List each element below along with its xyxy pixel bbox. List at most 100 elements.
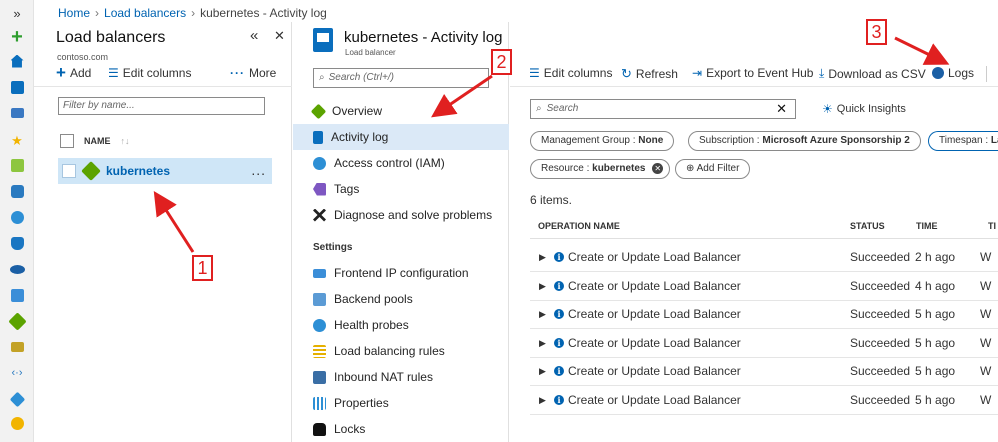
- table-row[interactable]: ▶ i Create or Update Load Balancer Succeede…: [530, 301, 998, 329]
- export-button[interactable]: ⇥ Export to Event Hub: [692, 66, 813, 80]
- resource-groups-icon[interactable]: [8, 182, 26, 200]
- properties-icon: [313, 396, 326, 410]
- menu-item-inbound-nat[interactable]: Inbound NAT rules: [293, 364, 509, 390]
- item-name-link[interactable]: kubernetes: [106, 164, 170, 178]
- add-button[interactable]: + Add: [56, 64, 91, 81]
- download-csv-button[interactable]: ⤓ Download as CSV: [819, 66, 926, 81]
- table-row[interactable]: ▶ i Create or Update Load Balancer Succeede…: [530, 358, 998, 386]
- table-row[interactable]: ▶ i Create or Update Load Balancer Succeede…: [530, 330, 998, 358]
- menu-item-health-probes[interactable]: Health probes: [293, 312, 509, 338]
- column-header-time[interactable]: TIME: [916, 221, 938, 231]
- column-header-timestamp[interactable]: TI: [988, 221, 996, 231]
- menu-item-tags[interactable]: Tags: [293, 176, 509, 202]
- refresh-icon: ↻: [621, 66, 632, 81]
- expand-row-icon[interactable]: ▶: [539, 395, 546, 406]
- menu-item-label: Frontend IP configuration: [334, 266, 469, 280]
- annotation-2: 2: [491, 49, 512, 75]
- timestamp-cell: W: [980, 392, 992, 407]
- breadcrumb: Home › Load balancers › kubernetes - Activit…: [58, 6, 327, 20]
- expand-row-icon[interactable]: ▶: [539, 281, 546, 292]
- menu-item-properties[interactable]: Properties: [293, 390, 509, 416]
- menu-item-overview[interactable]: Overview: [293, 98, 509, 124]
- timestamp-cell: W: [980, 250, 992, 264]
- expand-icon[interactable]: »: [8, 4, 26, 22]
- edit-columns-button[interactable]: ☰ Edit columns: [108, 66, 191, 80]
- filter-value: La: [990, 135, 998, 146]
- expand-row-icon[interactable]: ▶: [539, 338, 546, 349]
- menu-item-backend-pools[interactable]: Backend pools: [293, 286, 509, 312]
- collapse-icon[interactable]: «: [250, 27, 258, 44]
- remove-filter-icon[interactable]: ✕: [652, 163, 664, 174]
- expand-row-icon[interactable]: ▶: [539, 252, 546, 263]
- menu-item-lb-rules[interactable]: Load balancing rules: [293, 338, 509, 364]
- more-button[interactable]: ··· More: [230, 66, 276, 80]
- breadcrumb-load-balancers[interactable]: Load balancers: [104, 6, 186, 20]
- virtual-networks-icon[interactable]: ‹·›: [8, 364, 26, 382]
- expand-row-icon[interactable]: ▶: [539, 309, 546, 320]
- menu-search-input[interactable]: ⌕ Search (Ctrl+/): [313, 68, 489, 88]
- table-row[interactable]: ▶ i Create or Update Load Balancer Succeede…: [530, 387, 998, 415]
- menu-item-frontend-ip[interactable]: Frontend IP configuration: [293, 260, 509, 286]
- table-row[interactable]: ▶ i Create or Update Load Balancer Succeede…: [530, 273, 998, 301]
- filter-value: kubernetes: [592, 163, 646, 174]
- all-services-icon[interactable]: [8, 104, 26, 122]
- filter-management-group[interactable]: Management Group : None: [530, 131, 675, 151]
- column-header-status[interactable]: STATUS: [850, 221, 885, 231]
- filter-input[interactable]: Filter by name...: [58, 97, 265, 115]
- lock-icon: [313, 422, 326, 436]
- status-cell: Succeeded: [850, 278, 911, 293]
- sort-icon[interactable]: ↑↓: [121, 136, 130, 146]
- load-balancers-icon[interactable]: [7, 311, 27, 331]
- time-cell: 5 h ago: [915, 335, 956, 350]
- filter-label: Management Group :: [541, 135, 639, 146]
- select-all-checkbox[interactable]: [60, 134, 74, 148]
- item-count: 6 items.: [530, 193, 573, 207]
- menu-item-locks[interactable]: Locks: [293, 416, 509, 442]
- info-icon: i: [554, 337, 564, 348]
- quick-insights-button[interactable]: ☀ Quick Insights: [822, 102, 906, 116]
- activity-search-placeholder: Search: [546, 103, 579, 114]
- storage-accounts-icon[interactable]: [8, 338, 26, 356]
- monitor-icon[interactable]: [8, 414, 26, 432]
- menu-item-access-control[interactable]: Access control (IAM): [293, 150, 509, 176]
- home-icon[interactable]: [8, 52, 26, 70]
- menu-item-diagnose[interactable]: Diagnose and solve problems: [293, 202, 509, 228]
- column-header-operation[interactable]: OPERATION NAME: [538, 221, 620, 231]
- nav-rail: » + ★ ‹·›: [0, 0, 34, 442]
- wrench-icon: [313, 208, 326, 222]
- add-filter-button[interactable]: ⊕ Add Filter: [675, 159, 751, 179]
- status-cell: Succeeded: [850, 392, 911, 407]
- expand-row-icon[interactable]: ▶: [539, 366, 546, 377]
- list-toolbar: + Add ☰ Edit columns ··· More: [34, 62, 292, 86]
- active-directory-icon[interactable]: [8, 390, 26, 408]
- row-checkbox[interactable]: [62, 164, 76, 178]
- table-row[interactable]: ▶ i Create or Update Load Balancer Succeede…: [530, 244, 998, 272]
- health-probe-icon: [313, 318, 326, 332]
- edit-columns-button[interactable]: ☰ Edit columns: [529, 66, 612, 80]
- filter-timespan[interactable]: Timespan : La: [928, 131, 998, 151]
- menu-item-activity-log[interactable]: Activity log: [293, 124, 509, 150]
- menu-item-label: Properties: [334, 396, 389, 410]
- menu-item-label: Access control (IAM): [334, 156, 445, 170]
- clear-search-icon[interactable]: ✕: [776, 101, 787, 117]
- create-resource-icon[interactable]: +: [8, 26, 26, 48]
- sql-databases-icon[interactable]: [8, 234, 26, 252]
- logs-button[interactable]: Logs: [932, 66, 974, 80]
- virtual-machines-icon[interactable]: [8, 286, 26, 304]
- cosmos-db-icon[interactable]: [8, 260, 26, 278]
- all-resources-icon[interactable]: [8, 156, 26, 174]
- filter-resource[interactable]: Resource : kubernetes ✕: [530, 159, 671, 179]
- activity-search-input[interactable]: ⌕ Search ✕: [530, 99, 796, 119]
- row-more-icon[interactable]: ...: [251, 162, 266, 178]
- dashboard-icon[interactable]: [8, 78, 26, 96]
- resource-type: Load balancer: [345, 48, 396, 57]
- breadcrumb-home[interactable]: Home: [58, 6, 90, 20]
- close-icon[interactable]: ✕: [274, 28, 285, 44]
- refresh-button[interactable]: ↻ Refresh: [621, 66, 678, 82]
- list-item[interactable]: kubernetes ...: [58, 158, 272, 184]
- app-services-icon[interactable]: [8, 208, 26, 226]
- timestamp-cell: W: [980, 307, 992, 321]
- favorites-star-icon[interactable]: ★: [8, 132, 26, 150]
- name-column-header[interactable]: NAME ↑↓: [60, 130, 280, 152]
- filter-subscription[interactable]: Subscription : Microsoft Azure Sponsorsh…: [688, 131, 921, 151]
